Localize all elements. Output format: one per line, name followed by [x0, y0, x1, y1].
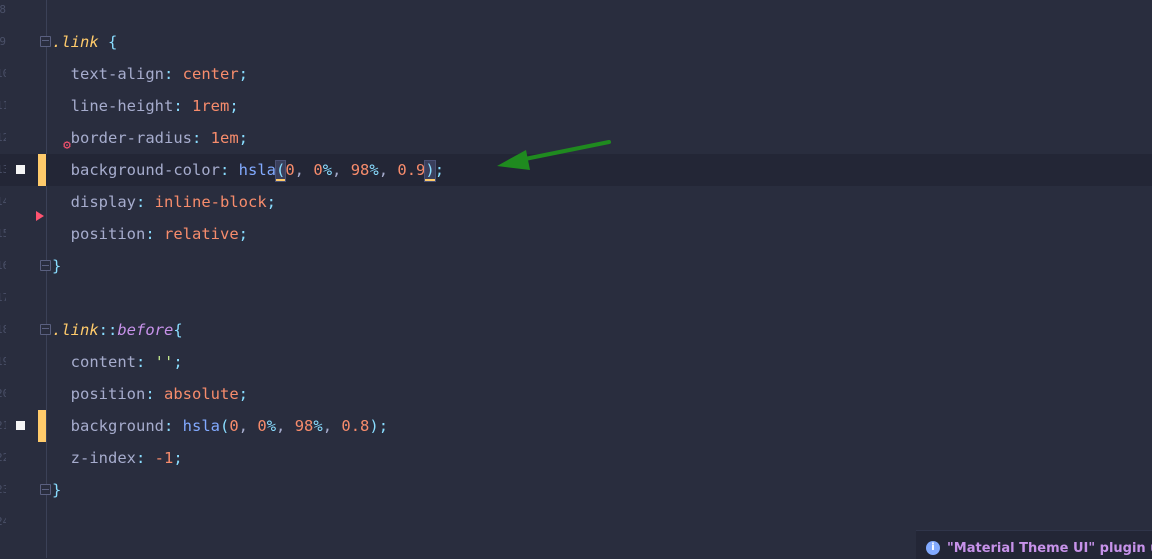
- notification-balloon[interactable]: i "Material Theme UI" plugin u: [916, 530, 1152, 559]
- annotation-arrow: [497, 140, 611, 170]
- info-icon: i: [926, 541, 940, 555]
- annotation-arrow-head: [497, 150, 530, 170]
- notification-text: "Material Theme UI" plugin u: [947, 541, 1152, 556]
- annotation-arrow-shaft: [518, 140, 611, 162]
- code-editor[interactable]: 89.link {10 text-align: center;11 line-h…: [0, 0, 1152, 558]
